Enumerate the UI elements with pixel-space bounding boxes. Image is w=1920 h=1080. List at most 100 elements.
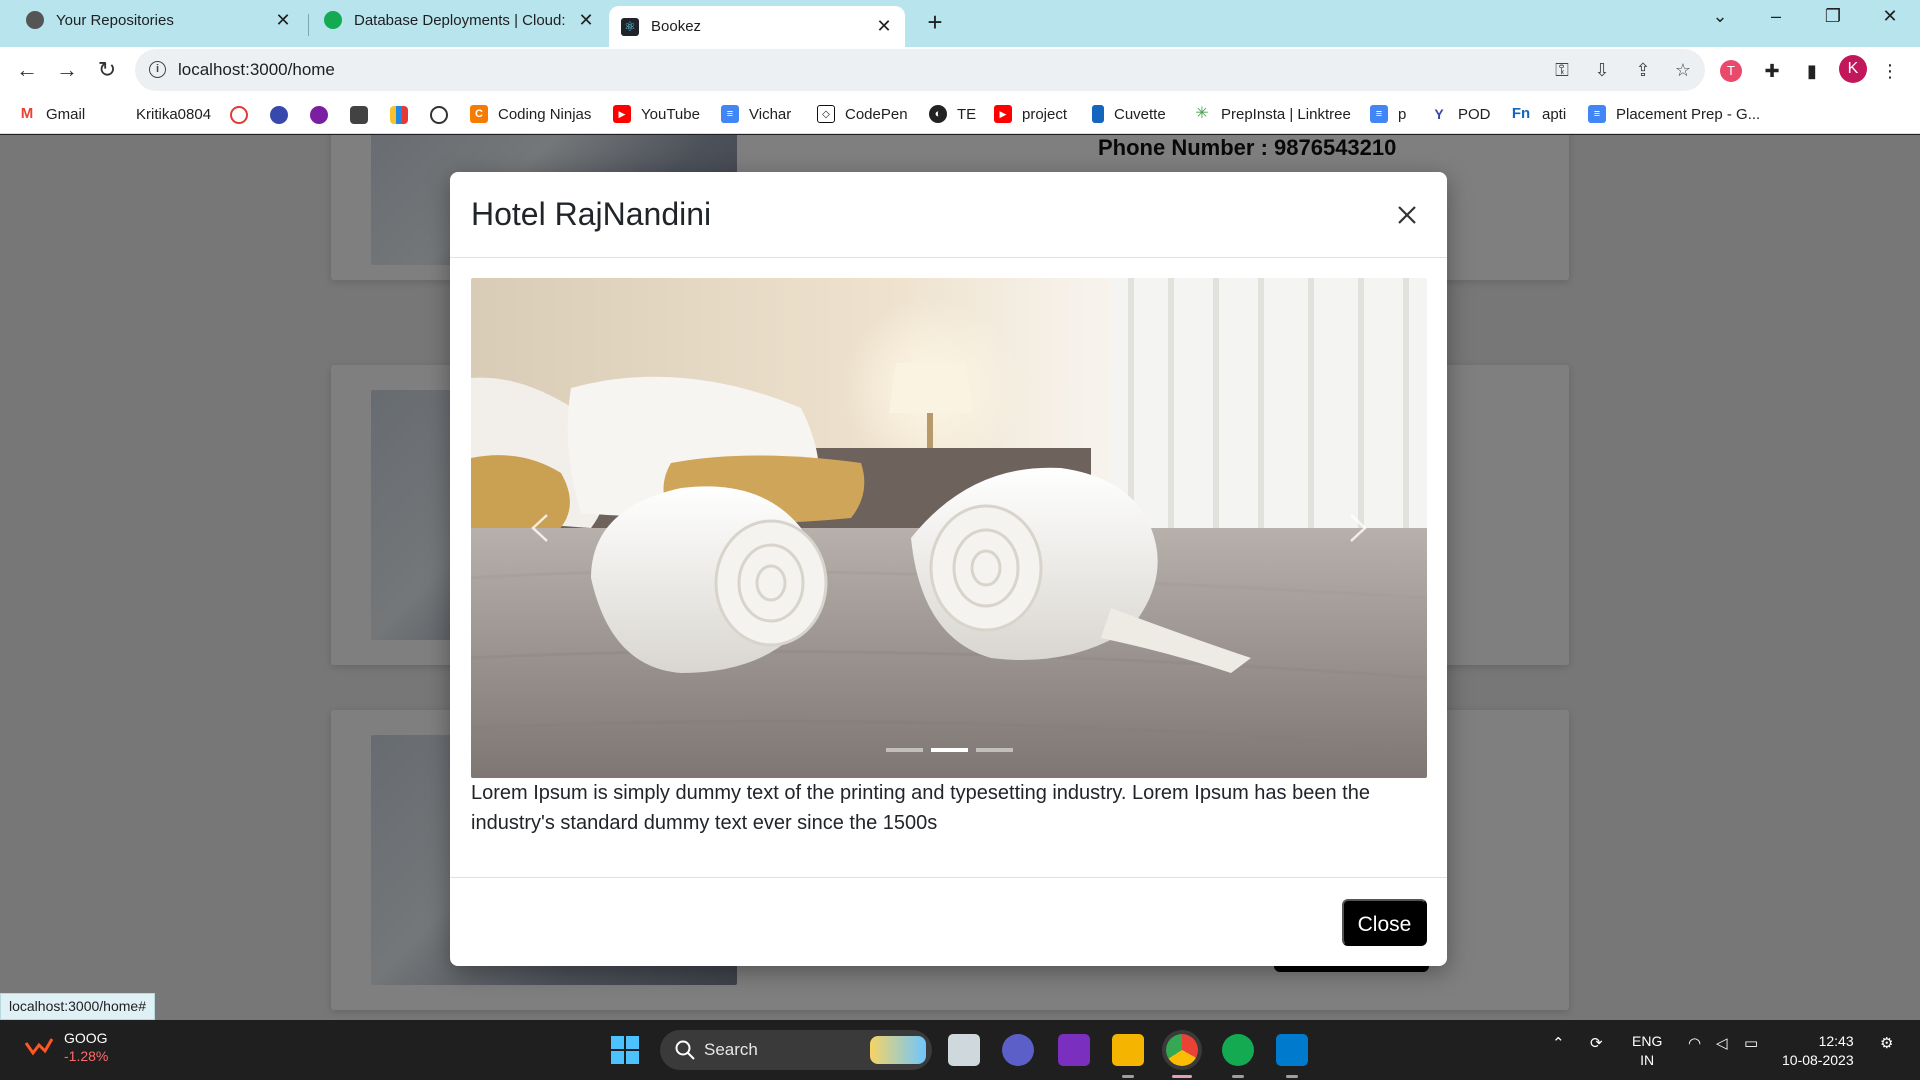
search-icon [675, 1040, 695, 1060]
extensions-puzzle-icon[interactable]: ✚ [1759, 58, 1785, 84]
tab-title: Bookez [651, 18, 702, 35]
windows-start-icon[interactable] [611, 1036, 639, 1064]
site-info-icon[interactable]: i [149, 61, 166, 78]
forward-arrow-icon[interactable]: → [52, 55, 82, 85]
side-panel-icon[interactable]: ▮ [1799, 58, 1825, 84]
system-clock[interactable]: 12:43 10-08-2023 [1782, 1032, 1854, 1070]
cuvette-icon [1092, 105, 1104, 123]
bookmark-codepen[interactable]: ◇ CodePen [817, 102, 908, 126]
bookmark-vichar[interactable]: ≡ Vichar [721, 102, 791, 126]
sync-icon[interactable]: ⟳ [1590, 1034, 1603, 1052]
close-button[interactable]: Close [1342, 899, 1427, 946]
fn-icon: Fn [1510, 105, 1532, 123]
bar-chart-icon[interactable] [390, 106, 408, 124]
app-440-icon[interactable] [270, 106, 288, 124]
globe-icon: ◐ [929, 105, 947, 123]
carousel-indicator[interactable] [885, 748, 923, 752]
app-running-indicator [1122, 1075, 1134, 1078]
curl-icon[interactable] [430, 106, 448, 124]
bookmark-pod[interactable]: Y POD [1430, 102, 1491, 126]
address-bar[interactable]: i localhost:3000/home ⚿ ⇩ ⇪ ☆ [135, 49, 1705, 91]
close-tab-icon[interactable]: ✕ [577, 10, 595, 31]
hotel-description: Lorem Ipsum is simply dummy text of the … [471, 782, 1370, 834]
carousel-next-icon[interactable] [1337, 503, 1377, 553]
app-running-indicator [1232, 1075, 1244, 1078]
coding-ninjas-icon: C [470, 105, 488, 123]
back-arrow-icon[interactable]: ← [12, 55, 42, 85]
bookmark-te[interactable]: ◐ TE [929, 102, 976, 126]
language-indicator[interactable]: ENG IN [1632, 1032, 1662, 1070]
close-icon[interactable] [1390, 198, 1424, 232]
tab-database-deployments[interactable]: Database Deployments | Cloud: M ✕ [312, 0, 607, 40]
extension-t-icon[interactable]: T [1720, 60, 1742, 82]
image-carousel [471, 278, 1427, 778]
close-tab-icon[interactable]: ✕ [274, 10, 292, 31]
bookmark-coding-ninjas[interactable]: C Coding Ninjas [470, 102, 591, 126]
battery-icon[interactable]: ▭ [1744, 1034, 1758, 1052]
chat-bubble-icon[interactable] [230, 106, 248, 124]
chrome-icon[interactable] [1166, 1034, 1198, 1066]
browser-toolbar: ← → ↻ i localhost:3000/home ⚿ ⇩ ⇪ ☆ T ✚ … [0, 47, 1920, 94]
stock-change: -1.28% [64, 1048, 109, 1064]
carousel-indicator[interactable] [975, 748, 1013, 752]
task-view-icon[interactable] [948, 1034, 980, 1066]
password-key-icon[interactable]: ⚿ [1550, 58, 1574, 82]
onenote-icon[interactable] [1058, 1034, 1090, 1066]
app-info-icon[interactable] [310, 106, 328, 124]
bookmark-youtube[interactable]: ▶ YouTube [613, 102, 700, 126]
mongodb-compass-icon[interactable] [1222, 1034, 1254, 1066]
close-window-icon[interactable]: ✕ [1870, 6, 1910, 27]
bookmark-label: project [1022, 105, 1068, 123]
stock-chart-icon [24, 1038, 54, 1056]
share-icon[interactable]: ⇪ [1631, 58, 1655, 82]
wifi-icon[interactable]: ◠ [1688, 1034, 1701, 1052]
pod-icon: Y [1430, 105, 1448, 123]
bookmark-project[interactable]: ▶ project [994, 102, 1067, 126]
volume-icon[interactable]: ◁ [1716, 1034, 1728, 1052]
address-bar-url[interactable]: localhost:3000/home [178, 60, 335, 80]
bookmark-kritika0804[interactable]: Kritika0804 [136, 102, 211, 126]
stock-widget[interactable]: GOOG -1.28% [24, 1030, 108, 1064]
profile-avatar[interactable]: K [1839, 55, 1867, 83]
linktree-icon: ✳ [1193, 105, 1211, 123]
modal-header: Hotel RajNandini [450, 172, 1447, 258]
search-highlight-icon [870, 1036, 926, 1064]
tab-bookez[interactable]: ⚛ Bookez ✕ [609, 6, 905, 47]
hotel-details-modal: Hotel RajNandini Lorem Ipsum is simply d… [450, 172, 1447, 966]
stock-name: GOOG [64, 1030, 108, 1046]
bookmark-apti[interactable]: Fn apti [1510, 102, 1566, 126]
vscode-icon[interactable] [1276, 1034, 1308, 1066]
bookmark-prepinsta-linktree[interactable]: ✳ PrepInsta | Linktree [1193, 102, 1351, 126]
bookmark-p[interactable]: ≡ p [1370, 102, 1406, 126]
cc-icon[interactable] [350, 106, 368, 124]
bookmark-label: TE [957, 105, 977, 123]
bookmark-star-icon[interactable]: ☆ [1671, 58, 1695, 82]
show-hidden-icons-chevron-icon[interactable]: ⌃ [1552, 1034, 1565, 1052]
install-app-icon[interactable]: ⇩ [1590, 58, 1614, 82]
bookmark-label: PrepInsta | Linktree [1221, 105, 1351, 123]
new-tab-button[interactable]: + [920, 7, 950, 38]
teams-chat-icon[interactable] [1002, 1034, 1034, 1066]
bookmark-gmail[interactable]: M Gmail [18, 102, 85, 126]
carousel-indicator-active[interactable] [930, 748, 968, 752]
restore-window-icon[interactable]: ❐ [1813, 6, 1853, 27]
youtube-icon: ▶ [994, 105, 1012, 123]
tab-search-chevron-icon[interactable]: ⌄ [1700, 6, 1740, 27]
bookmark-label: YouTube [641, 105, 700, 123]
notifications-icon[interactable]: ⚙ [1880, 1034, 1893, 1052]
file-explorer-icon[interactable] [1112, 1034, 1144, 1066]
more-menu-icon[interactable]: ⋮ [1877, 58, 1903, 84]
bookmark-placement-prep[interactable]: ≡ Placement Prep - G... [1588, 102, 1760, 126]
reload-icon[interactable]: ↻ [92, 55, 122, 85]
clock-date: 10-08-2023 [1782, 1052, 1854, 1068]
bookmark-label: CodePen [845, 105, 908, 123]
close-tab-icon[interactable]: ✕ [875, 16, 893, 37]
bookmark-label: Coding Ninjas [498, 105, 592, 123]
bookmarks-bar: M Gmail Kritika0804 C Coding Ninjas ▶ YouTu… [0, 94, 1920, 134]
taskbar-search[interactable]: Search [660, 1030, 932, 1070]
tab-divider [308, 14, 309, 36]
bookmark-cuvette[interactable]: Cuvette [1092, 102, 1166, 126]
carousel-prev-icon[interactable] [521, 503, 561, 553]
minimize-window-icon[interactable]: – [1756, 6, 1796, 27]
tab-your-repositories[interactable]: Your Repositories ✕ [14, 0, 304, 40]
